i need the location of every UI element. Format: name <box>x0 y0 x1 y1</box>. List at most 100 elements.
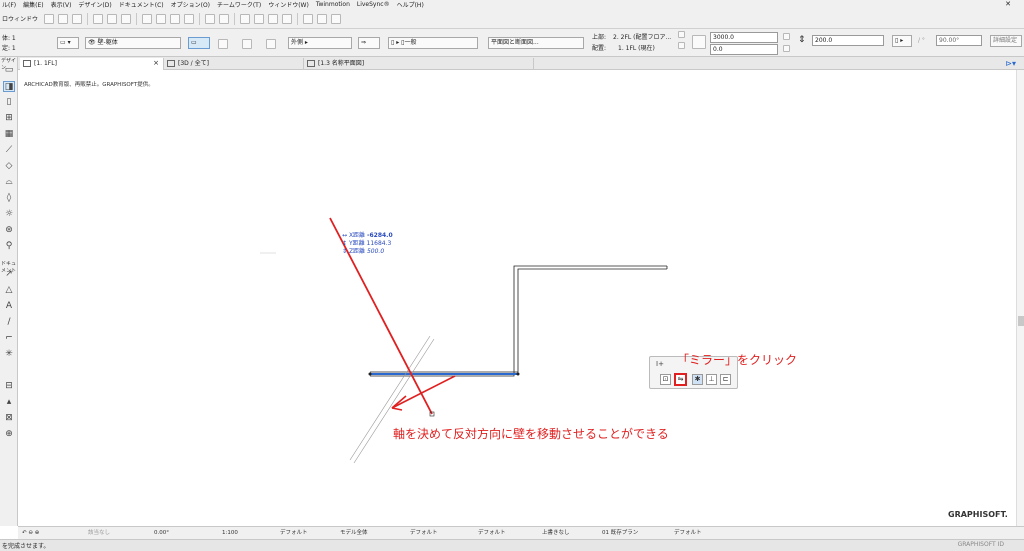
detail-tool-icon[interactable]: ⊠ <box>3 413 15 424</box>
lamp-tool-icon[interactable]: ☼ <box>3 209 15 220</box>
zone-tool-icon[interactable]: ⚲ <box>3 241 15 252</box>
slant-dropdown[interactable]: ▯ ▸ <box>892 35 912 47</box>
open-icon[interactable] <box>58 13 69 24</box>
pen-set-value[interactable]: デフォルト <box>280 528 308 539</box>
vertical-scrollbar[interactable] <box>1016 70 1024 526</box>
angle-field[interactable]: 90.00° <box>936 35 982 46</box>
top-link-value[interactable]: 2. 2FL (配置フロア... <box>613 32 671 41</box>
home-story-value[interactable]: 1. 1FL (現在) <box>618 43 655 52</box>
wall-tool-icon[interactable]: ◨ <box>3 81 15 92</box>
menu-options[interactable]: オプション(O) <box>171 0 210 9</box>
tracker-x-value[interactable]: -6284.0 <box>367 232 393 239</box>
orientation-value[interactable]: 0.00° <box>154 528 169 539</box>
mirror-icon[interactable]: ⇋ <box>674 373 687 386</box>
menu-document[interactable]: ドキュメント(C) <box>119 0 164 9</box>
zoom-value[interactable]: 該当なし <box>88 528 110 539</box>
text-tool-icon[interactable]: A <box>3 301 15 312</box>
grid-icon[interactable] <box>170 13 181 24</box>
settings-button[interactable]: 詳細設定 <box>990 35 1022 47</box>
base-offset-field[interactable]: 0.0 <box>710 44 778 55</box>
redo-icon[interactable] <box>156 13 167 24</box>
graphisoft-id-link[interactable]: GRAPHISOFT ID <box>958 541 1004 548</box>
elevate-icon[interactable]: ⊥ <box>706 374 717 385</box>
override-value[interactable]: 上書きなし <box>542 528 570 539</box>
menu-edit[interactable]: 編集(E) <box>23 0 43 9</box>
offset-arrow-icon[interactable] <box>783 45 790 52</box>
zoom-icon[interactable] <box>205 13 216 24</box>
floor-plan-canvas[interactable]: ARCHICAD教育版、再販禁止。GRAPHISOFT提供。 GRAPHISOF… <box>18 70 1016 526</box>
menu-teamwork[interactable]: チームワーク(T) <box>217 0 261 9</box>
save-icon[interactable] <box>72 13 83 24</box>
level-dimension-tool-icon[interactable]: △ <box>3 285 15 296</box>
elevation-icon[interactable] <box>268 13 279 24</box>
menu-window[interactable]: ウィンドウ(W) <box>268 0 309 9</box>
menu-help[interactable]: ヘルプ(H) <box>397 0 424 9</box>
graphic-override-value[interactable]: デフォルト <box>410 528 438 539</box>
slab-tool-icon[interactable]: ⟋ <box>3 145 15 156</box>
beam-tool-icon[interactable]: ⊞ <box>3 113 15 124</box>
dimension-style-value[interactable]: デフォルト <box>674 528 702 539</box>
object-tool-icon[interactable]: ⊛ <box>3 225 15 236</box>
height-arrow-icon[interactable] <box>783 33 790 40</box>
wall-geometry-polygon-icon[interactable] <box>242 39 252 49</box>
tab-plan-layout[interactable]: [1.3 名称平面図] <box>304 58 534 70</box>
menu-file[interactable]: ル(F) <box>2 0 16 9</box>
tracker-y-value[interactable]: 11684.3 <box>367 240 392 247</box>
cut-icon[interactable] <box>93 13 104 24</box>
section-icon[interactable] <box>254 13 265 24</box>
close-icon[interactable]: × <box>153 58 159 69</box>
3d-view-icon[interactable] <box>240 13 251 24</box>
renovation-filter-value[interactable]: デフォルト <box>478 528 506 539</box>
reference-line-dropdown[interactable]: 外側 ▸ <box>288 37 352 49</box>
top-link-arrow-icon[interactable] <box>678 31 685 38</box>
model-view-value[interactable]: モデル全体 <box>340 528 368 539</box>
copy-icon[interactable] <box>107 13 118 24</box>
paste-icon[interactable] <box>121 13 132 24</box>
pan-icon[interactable] <box>219 13 230 24</box>
scrollbar-thumb[interactable] <box>1018 316 1024 326</box>
plan-value[interactable]: 01 既存プラン <box>602 528 638 539</box>
morph-tool-icon[interactable]: ◊ <box>3 193 15 204</box>
geometry-method-dropdown[interactable]: ▭ ▾ <box>57 37 79 49</box>
menu-livesync[interactable]: LiveSync® <box>357 1 390 8</box>
teamwork-icon[interactable] <box>303 13 314 24</box>
rotate-icon[interactable]: ✱ <box>692 374 703 385</box>
render-icon[interactable] <box>282 13 293 24</box>
line-tool-icon[interactable]: / <box>3 317 15 328</box>
drag-icon[interactable]: ⊡ <box>660 374 671 385</box>
worksheet-tool-icon[interactable]: ⊕ <box>3 429 15 440</box>
menu-design[interactable]: デザイン(D) <box>78 0 111 9</box>
floor-plan-display-dropdown[interactable]: 平面図と断面図... <box>488 37 584 49</box>
hotspot-tool-icon[interactable]: ✳ <box>3 349 15 360</box>
offset-icon[interactable]: ⊏ <box>720 374 731 385</box>
window-tool-icon[interactable]: ▦ <box>3 129 15 140</box>
wall-height-field[interactable]: 3000.0 <box>710 32 778 43</box>
home-story-arrow-icon[interactable] <box>678 42 685 49</box>
shell-tool-icon[interactable]: ⌓ <box>3 177 15 188</box>
scale-value[interactable]: 1:100 <box>222 528 238 539</box>
tab-3d[interactable]: [3D / 全て] <box>164 58 304 70</box>
menu-twinmotion[interactable]: Twinmotion <box>316 1 350 8</box>
undo-icon[interactable] <box>142 13 153 24</box>
arc-tool-icon[interactable]: ⌐ <box>3 333 15 344</box>
window-close-button[interactable]: ✕ <box>1005 0 1011 8</box>
column-tool-icon[interactable]: ▯ <box>3 97 15 108</box>
tracker-z-value[interactable]: 500.0 <box>367 248 384 255</box>
navigator-icon[interactable]: ⊳▾ <box>1005 59 1016 68</box>
section-tool-icon[interactable]: ⊟ <box>3 381 15 392</box>
menu-view[interactable]: 表示(V) <box>51 0 72 9</box>
wall-geometry-trapezoid-icon[interactable] <box>218 39 228 49</box>
dimension-tool-icon[interactable]: ↗ <box>3 269 15 280</box>
roof-tool-icon[interactable]: ◇ <box>3 161 15 172</box>
layer-icon[interactable] <box>184 13 195 24</box>
zoom-controls-icon[interactable]: ↶ ⊖ ⊕ <box>22 528 39 539</box>
new-icon[interactable] <box>44 13 55 24</box>
construction-method-dropdown[interactable]: ⇒ <box>358 37 380 49</box>
wall-thickness-field[interactable]: 200.0 <box>812 35 884 46</box>
structure-dropdown[interactable]: ▯ ▸ ▯一般 <box>388 37 478 49</box>
arrow-tool-icon[interactable]: ▭ <box>3 65 15 76</box>
message-icon[interactable] <box>331 13 342 24</box>
tab-floor-plan[interactable]: [1. 1FL] × <box>20 58 164 70</box>
reference-line-icon[interactable] <box>266 39 276 49</box>
wall-geometry-straight[interactable]: ▭ <box>188 37 210 49</box>
